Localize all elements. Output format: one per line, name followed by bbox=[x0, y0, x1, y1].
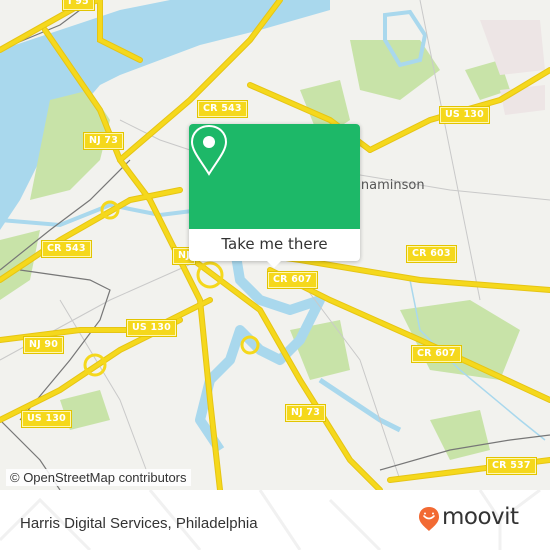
map-pin-icon bbox=[190, 124, 228, 176]
place-name: Harris Digital Services, Philadelphia bbox=[20, 515, 258, 532]
moovit-wordmark: moovit bbox=[442, 504, 519, 530]
road-label-cr543: CR 543 bbox=[41, 240, 92, 258]
popup-header bbox=[189, 124, 360, 229]
map-view[interactable]: I 95 NJ 73 CR 543 US 130 CR 543 NJ CR 60… bbox=[0, 0, 550, 490]
park bbox=[350, 40, 440, 100]
map-attribution[interactable]: © OpenStreetMap contributors bbox=[6, 469, 191, 486]
road-label-us130: US 130 bbox=[126, 319, 177, 337]
road-label-nj90: NJ 90 bbox=[22, 336, 65, 354]
popup-pointer bbox=[267, 261, 281, 268]
road-label-i95: I 95 bbox=[62, 0, 95, 11]
footer-bar: Harris Digital Services, Philadelphia mo… bbox=[0, 490, 550, 550]
road-label-cr537: CR 537 bbox=[486, 457, 537, 475]
creek bbox=[318, 377, 402, 433]
road-label-cr607: CR 607 bbox=[411, 345, 462, 363]
park bbox=[290, 320, 350, 380]
road-label-us130: US 130 bbox=[21, 410, 72, 428]
road-label-cr603: CR 603 bbox=[406, 245, 457, 263]
road-label-cr607: CR 607 bbox=[267, 271, 318, 289]
location-popup: Take me there bbox=[189, 124, 360, 261]
road-label-nj73: NJ 73 bbox=[284, 404, 327, 422]
moovit-pin-smile-icon bbox=[419, 507, 439, 531]
road-label-us130: US 130 bbox=[439, 106, 490, 124]
take-me-there-button[interactable]: Take me there bbox=[189, 229, 360, 261]
road-label-cr543: CR 543 bbox=[197, 100, 248, 118]
road-label-nj73: NJ 73 bbox=[82, 132, 125, 150]
park bbox=[430, 410, 490, 460]
